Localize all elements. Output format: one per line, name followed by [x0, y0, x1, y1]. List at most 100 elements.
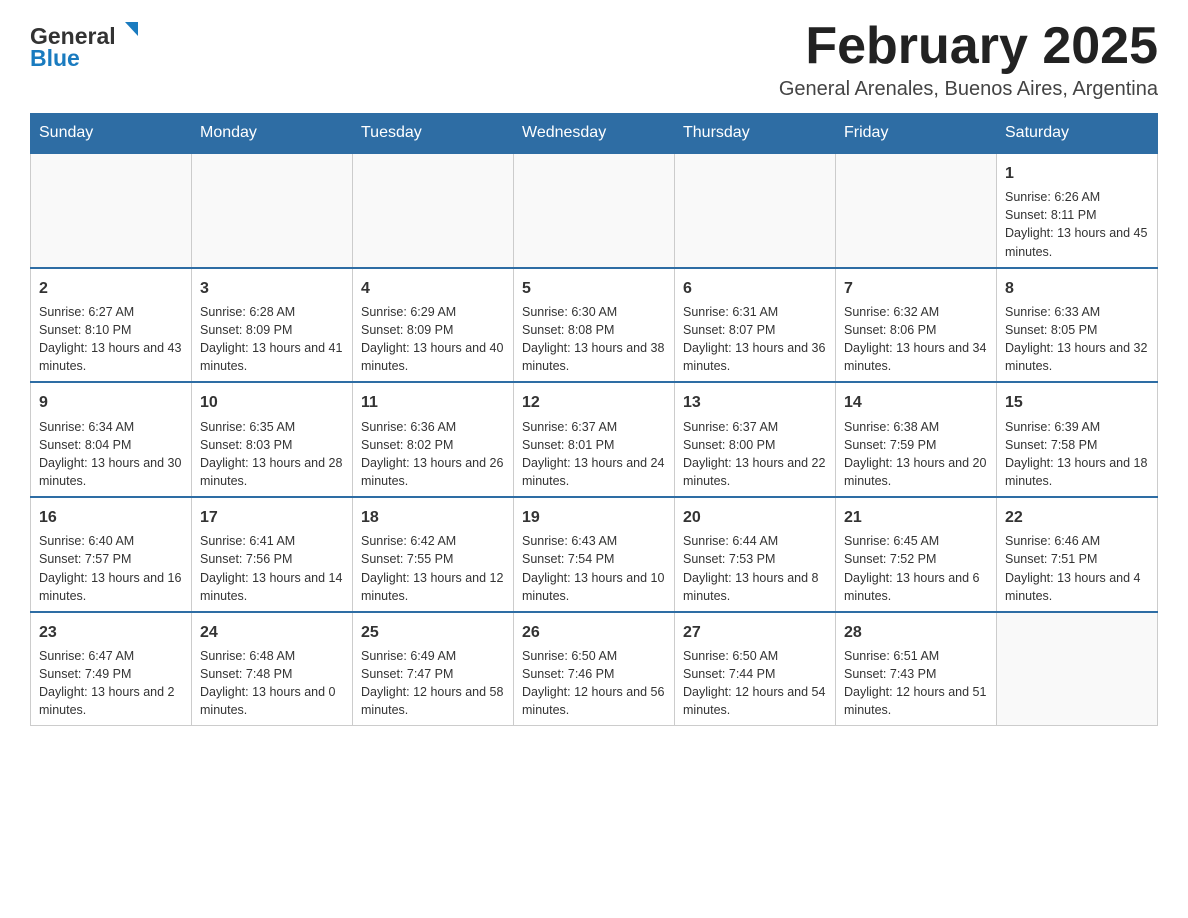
daylight-text: Daylight: 12 hours and 58 minutes. [361, 683, 505, 719]
calendar-cell-w2-d2: 3Sunrise: 6:28 AMSunset: 8:09 PMDaylight… [192, 268, 353, 383]
calendar-cell-w4-d6: 21Sunrise: 6:45 AMSunset: 7:52 PMDayligh… [836, 497, 997, 612]
daylight-text: Daylight: 12 hours and 56 minutes. [522, 683, 666, 719]
day-number: 4 [361, 277, 505, 300]
sunrise-text: Sunrise: 6:26 AM [1005, 188, 1149, 206]
sunrise-text: Sunrise: 6:39 AM [1005, 418, 1149, 436]
sunset-text: Sunset: 8:03 PM [200, 436, 344, 454]
logo: General Blue [30, 20, 150, 70]
day-number: 8 [1005, 277, 1149, 300]
sunset-text: Sunset: 7:44 PM [683, 665, 827, 683]
day-number: 26 [522, 621, 666, 644]
daylight-text: Daylight: 13 hours and 20 minutes. [844, 454, 988, 490]
sunset-text: Sunset: 7:46 PM [522, 665, 666, 683]
calendar-cell-w4-d7: 22Sunrise: 6:46 AMSunset: 7:51 PMDayligh… [997, 497, 1158, 612]
calendar-cell-w2-d3: 4Sunrise: 6:29 AMSunset: 8:09 PMDaylight… [353, 268, 514, 383]
sunset-text: Sunset: 7:51 PM [1005, 550, 1149, 568]
daylight-text: Daylight: 13 hours and 41 minutes. [200, 339, 344, 375]
sunset-text: Sunset: 7:43 PM [844, 665, 988, 683]
day-number: 18 [361, 506, 505, 529]
day-number: 10 [200, 391, 344, 414]
sunrise-text: Sunrise: 6:40 AM [39, 532, 183, 550]
sunset-text: Sunset: 7:57 PM [39, 550, 183, 568]
sunrise-text: Sunrise: 6:41 AM [200, 532, 344, 550]
day-number: 2 [39, 277, 183, 300]
sunrise-text: Sunrise: 6:45 AM [844, 532, 988, 550]
day-number: 20 [683, 506, 827, 529]
daylight-text: Daylight: 13 hours and 36 minutes. [683, 339, 827, 375]
calendar-cell-w2-d6: 7Sunrise: 6:32 AMSunset: 8:06 PMDaylight… [836, 268, 997, 383]
page-header: General Blue February 2025 General Arena… [30, 20, 1158, 101]
sunset-text: Sunset: 8:06 PM [844, 321, 988, 339]
logo-icon: General Blue [30, 20, 150, 70]
sunset-text: Sunset: 7:53 PM [683, 550, 827, 568]
sunset-text: Sunset: 8:09 PM [200, 321, 344, 339]
sunrise-text: Sunrise: 6:50 AM [683, 647, 827, 665]
sunrise-text: Sunrise: 6:37 AM [522, 418, 666, 436]
header-tuesday: Tuesday [353, 114, 514, 154]
daylight-text: Daylight: 13 hours and 12 minutes. [361, 569, 505, 605]
sunset-text: Sunset: 7:54 PM [522, 550, 666, 568]
calendar-cell-w5-d2: 24Sunrise: 6:48 AMSunset: 7:48 PMDayligh… [192, 612, 353, 726]
day-number: 14 [844, 391, 988, 414]
calendar-table: Sunday Monday Tuesday Wednesday Thursday… [30, 113, 1158, 726]
day-number: 22 [1005, 506, 1149, 529]
sunset-text: Sunset: 8:11 PM [1005, 206, 1149, 224]
sunset-text: Sunset: 8:04 PM [39, 436, 183, 454]
sunrise-text: Sunrise: 6:44 AM [683, 532, 827, 550]
day-number: 15 [1005, 391, 1149, 414]
calendar-cell-w3-d2: 10Sunrise: 6:35 AMSunset: 8:03 PMDayligh… [192, 382, 353, 497]
daylight-text: Daylight: 13 hours and 40 minutes. [361, 339, 505, 375]
calendar-week-5: 23Sunrise: 6:47 AMSunset: 7:49 PMDayligh… [31, 612, 1158, 726]
calendar-cell-w4-d1: 16Sunrise: 6:40 AMSunset: 7:57 PMDayligh… [31, 497, 192, 612]
day-number: 1 [1005, 162, 1149, 185]
daylight-text: Daylight: 13 hours and 2 minutes. [39, 683, 183, 719]
location-subtitle: General Arenales, Buenos Aires, Argentin… [779, 78, 1158, 101]
sunrise-text: Sunrise: 6:28 AM [200, 303, 344, 321]
sunset-text: Sunset: 8:02 PM [361, 436, 505, 454]
sunset-text: Sunset: 7:48 PM [200, 665, 344, 683]
daylight-text: Daylight: 13 hours and 10 minutes. [522, 569, 666, 605]
sunset-text: Sunset: 8:10 PM [39, 321, 183, 339]
calendar-cell-w2-d1: 2 Sunrise: 6:27 AMSunset: 8:10 PMDaylight… [31, 268, 192, 383]
calendar-cell-w4-d4: 19Sunrise: 6:43 AMSunset: 7:54 PMDayligh… [514, 497, 675, 612]
calendar-week-2: 2Sunrise: 6:27 AMSunset: 8:10 PMDaylight… [31, 268, 1158, 383]
day-number: 9 [39, 391, 183, 414]
sunset-text: Sunset: 7:59 PM [844, 436, 988, 454]
sunset-text: Sunset: 7:49 PM [39, 665, 183, 683]
sunrise-text: Sunrise: 6:27 AM [39, 303, 183, 321]
daylight-text: Daylight: 13 hours and 43 minutes. [39, 339, 183, 375]
day-number: 17 [200, 506, 344, 529]
sunrise-text: Sunrise: 6:31 AM [683, 303, 827, 321]
header-monday: Monday [192, 114, 353, 154]
daylight-text: Daylight: 13 hours and 24 minutes. [522, 454, 666, 490]
calendar-cell-w1-d6 [836, 153, 997, 268]
daylight-text: Daylight: 13 hours and 16 minutes. [39, 569, 183, 605]
day-number: 24 [200, 621, 344, 644]
sunset-text: Sunset: 7:52 PM [844, 550, 988, 568]
daylight-text: Daylight: 13 hours and 45 minutes. [1005, 224, 1149, 260]
calendar-cell-w3-d5: 13Sunrise: 6:37 AMSunset: 8:00 PMDayligh… [675, 382, 836, 497]
daylight-text: Daylight: 13 hours and 8 minutes. [683, 569, 827, 605]
daylight-text: Daylight: 13 hours and 22 minutes. [683, 454, 827, 490]
calendar-week-4: 16Sunrise: 6:40 AMSunset: 7:57 PMDayligh… [31, 497, 1158, 612]
day-number: 13 [683, 391, 827, 414]
sunset-text: Sunset: 7:56 PM [200, 550, 344, 568]
svg-text:Blue: Blue [30, 45, 80, 70]
sunset-text: Sunset: 7:47 PM [361, 665, 505, 683]
sunset-text: Sunset: 8:07 PM [683, 321, 827, 339]
day-number: 12 [522, 391, 666, 414]
day-number: 11 [361, 391, 505, 414]
sunrise-text: Sunrise: 6:42 AM [361, 532, 505, 550]
calendar-cell-w2-d5: 6Sunrise: 6:31 AMSunset: 8:07 PMDaylight… [675, 268, 836, 383]
daylight-text: Daylight: 13 hours and 0 minutes. [200, 683, 344, 719]
weekday-header-row: Sunday Monday Tuesday Wednesday Thursday… [31, 114, 1158, 154]
daylight-text: Daylight: 13 hours and 14 minutes. [200, 569, 344, 605]
calendar-cell-w3-d6: 14Sunrise: 6:38 AMSunset: 7:59 PMDayligh… [836, 382, 997, 497]
header-thursday: Thursday [675, 114, 836, 154]
calendar-cell-w1-d4 [514, 153, 675, 268]
sunrise-text: Sunrise: 6:33 AM [1005, 303, 1149, 321]
daylight-text: Daylight: 13 hours and 28 minutes. [200, 454, 344, 490]
sunset-text: Sunset: 8:08 PM [522, 321, 666, 339]
daylight-text: Daylight: 13 hours and 32 minutes. [1005, 339, 1149, 375]
day-number: 21 [844, 506, 988, 529]
